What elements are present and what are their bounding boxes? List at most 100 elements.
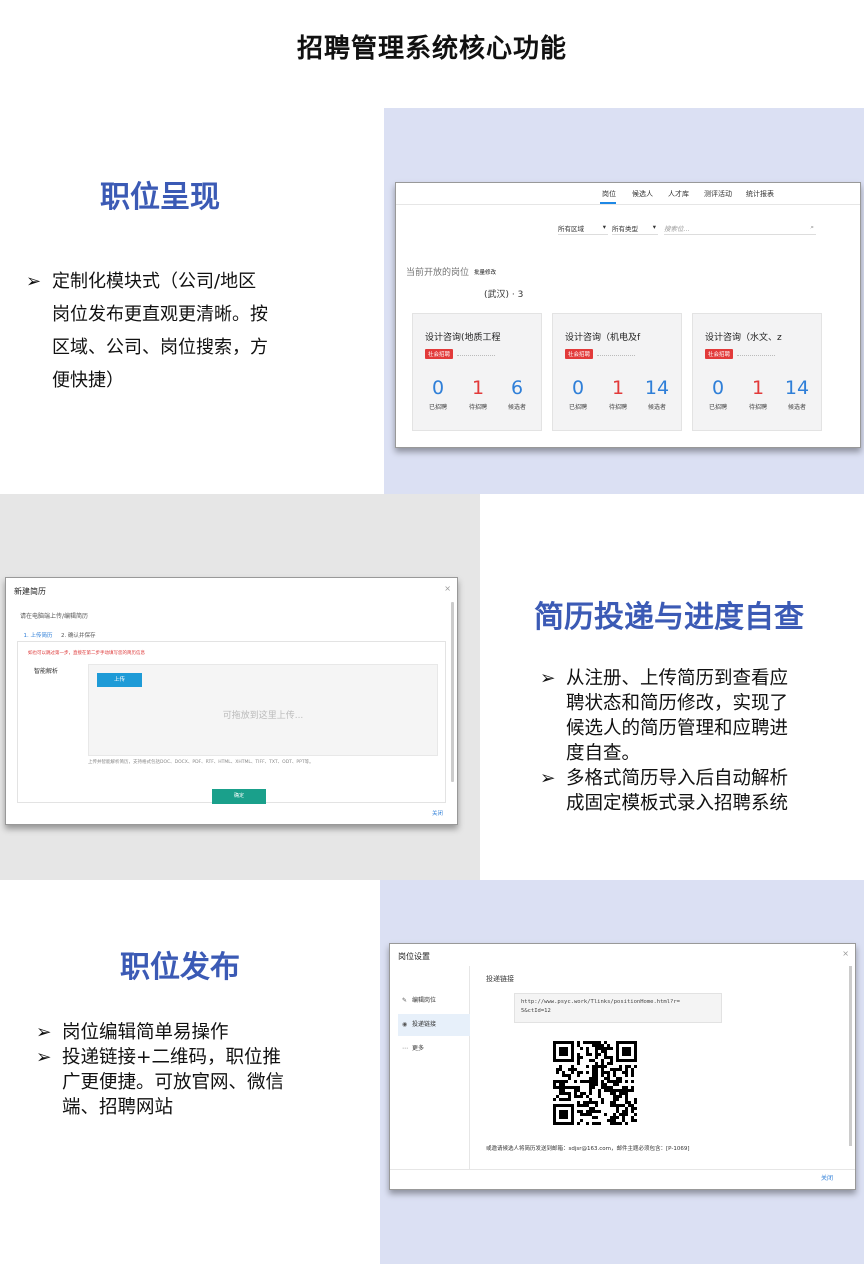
qr-module bbox=[613, 1122, 616, 1125]
qr-module bbox=[601, 1086, 604, 1089]
region-select[interactable]: 所有区域 ▾ bbox=[558, 221, 608, 235]
divider bbox=[597, 355, 635, 356]
qr-module bbox=[586, 1095, 589, 1098]
tab-confirm-save[interactable]: 2. 确认并保存 bbox=[61, 631, 96, 639]
position-card[interactable]: 设计咨询（机电及f 社会招聘 0 已招聘 1 待招聘 14 候选者 bbox=[552, 313, 682, 431]
qr-module bbox=[559, 1086, 562, 1089]
qr-module bbox=[571, 1065, 574, 1068]
qr-module bbox=[613, 1095, 616, 1098]
qr-module bbox=[583, 1101, 586, 1104]
qr-module bbox=[631, 1089, 634, 1092]
delivery-link-field[interactable]: http://www.psyc.work/Tlinks/positionHome… bbox=[514, 993, 722, 1023]
qr-module bbox=[562, 1092, 565, 1095]
qr-module bbox=[571, 1071, 574, 1074]
pending-stat: 1 待招聘 bbox=[603, 377, 633, 411]
qr-module bbox=[592, 1101, 595, 1104]
qr-module bbox=[613, 1068, 616, 1071]
qr-module bbox=[565, 1098, 568, 1101]
nav-tab-reports[interactable]: 统计报表 bbox=[746, 189, 774, 199]
file-drop-zone[interactable]: 上传 可拖放到这里上传... bbox=[88, 664, 438, 756]
sidebar-item-delivery-link[interactable]: ◉ 投递链接 bbox=[398, 1014, 470, 1036]
qr-module bbox=[622, 1092, 625, 1095]
qr-module bbox=[568, 1068, 571, 1071]
qr-module bbox=[592, 1065, 595, 1068]
location-group: (武汉) · 3 bbox=[484, 290, 524, 300]
qr-module bbox=[595, 1062, 598, 1065]
qr-module bbox=[613, 1080, 616, 1083]
qr-module bbox=[589, 1083, 592, 1086]
search-placeholder: 搜索位... bbox=[664, 225, 690, 233]
qr-module bbox=[577, 1101, 580, 1104]
scrollbar[interactable] bbox=[451, 602, 454, 782]
qr-module bbox=[565, 1092, 568, 1095]
qr-module bbox=[613, 1074, 616, 1077]
qr-module bbox=[601, 1047, 604, 1050]
pending-stat: 1 待招聘 bbox=[743, 377, 773, 411]
top-nav: 岗位 候选人 人才库 测评活动 统计报表 bbox=[396, 183, 860, 205]
type-select[interactable]: 所有类型 ▾ bbox=[612, 221, 658, 235]
dialog-title: 岗位设置 bbox=[398, 952, 430, 961]
hired-label: 已招聘 bbox=[428, 404, 447, 411]
bullet-line: 区域、公司、岗位搜索，方 bbox=[52, 337, 268, 358]
qr-module bbox=[607, 1077, 610, 1080]
section1-bullets: ➢ 定制化模块式（公司/地区 岗位发布更直观更清晰。按 区域、公司、岗位搜索，方… bbox=[26, 268, 316, 400]
qr-module bbox=[589, 1053, 592, 1056]
sidebar-item-edit[interactable]: ✎ 编辑岗位 bbox=[398, 990, 470, 1012]
scrollbar[interactable] bbox=[849, 966, 852, 1146]
candidates-count: 6 bbox=[510, 377, 524, 399]
close-icon[interactable]: × bbox=[842, 949, 849, 958]
arrow-bullet-icon: ➢ bbox=[36, 1047, 52, 1068]
qr-module bbox=[610, 1056, 613, 1059]
confirm-button[interactable]: 确定 bbox=[212, 789, 266, 804]
qr-module bbox=[622, 1089, 625, 1092]
qr-module bbox=[625, 1101, 628, 1104]
nav-tab-candidates[interactable]: 候选人 bbox=[632, 189, 653, 199]
qr-module bbox=[577, 1062, 580, 1065]
position-search-input[interactable]: 搜索位... ⌕ bbox=[664, 221, 816, 235]
qr-module bbox=[577, 1110, 580, 1113]
qr-module bbox=[589, 1089, 592, 1092]
qr-module bbox=[574, 1095, 577, 1098]
qr-module bbox=[559, 1065, 562, 1068]
qr-module bbox=[631, 1074, 634, 1077]
hired-count: 0 bbox=[711, 377, 725, 399]
parse-label: 智能解析 bbox=[34, 668, 59, 675]
qr-module bbox=[607, 1080, 610, 1083]
qr-module bbox=[622, 1086, 625, 1089]
candidates-stat: 14 候选者 bbox=[782, 377, 812, 411]
qr-module bbox=[616, 1122, 619, 1125]
nav-tab-assessments[interactable]: 测评活动 bbox=[704, 189, 732, 199]
qr-module bbox=[601, 1074, 604, 1077]
batch-edit-link[interactable]: 批量修改 bbox=[474, 268, 496, 276]
qr-module bbox=[562, 1089, 565, 1092]
qr-module bbox=[607, 1074, 610, 1077]
search-icon[interactable]: ⌕ bbox=[810, 223, 814, 232]
sidebar-item-more[interactable]: ⋯ 更多 bbox=[398, 1038, 470, 1060]
nav-tab-positions[interactable]: 岗位 bbox=[602, 189, 616, 199]
qr-module bbox=[559, 1089, 562, 1092]
qr-module bbox=[565, 1074, 568, 1077]
close-link[interactable]: 关闭 bbox=[821, 1173, 833, 1182]
qr-module bbox=[625, 1074, 628, 1077]
dialog-title: 新建简历 bbox=[14, 587, 46, 596]
hired-stat: 0 已招聘 bbox=[423, 377, 453, 411]
qr-module bbox=[610, 1068, 613, 1071]
position-card[interactable]: 设计咨询(地质工程 社会招聘 0 已招聘 1 待招聘 6 候选者 bbox=[412, 313, 542, 431]
close-icon[interactable]: × bbox=[444, 584, 451, 593]
qr-module bbox=[580, 1104, 583, 1107]
candidates-label: 候选者 bbox=[787, 404, 806, 411]
qr-module bbox=[607, 1044, 610, 1047]
qr-module bbox=[616, 1068, 619, 1071]
qr-module bbox=[598, 1095, 601, 1098]
qr-module bbox=[562, 1098, 565, 1101]
close-link[interactable]: 关闭 bbox=[432, 809, 443, 817]
upload-button[interactable]: 上传 bbox=[97, 673, 142, 687]
nav-tab-talent-pool[interactable]: 人才库 bbox=[668, 189, 689, 199]
position-card[interactable]: 设计咨询（水文、z 社会招聘 0 已招聘 1 待招聘 14 候选者 bbox=[692, 313, 822, 431]
qr-module bbox=[586, 1053, 589, 1056]
qr-module bbox=[559, 1098, 562, 1101]
qr-module bbox=[556, 1080, 559, 1083]
qr-module bbox=[619, 1089, 622, 1092]
qr-module bbox=[595, 1110, 598, 1113]
qr-module bbox=[580, 1071, 583, 1074]
